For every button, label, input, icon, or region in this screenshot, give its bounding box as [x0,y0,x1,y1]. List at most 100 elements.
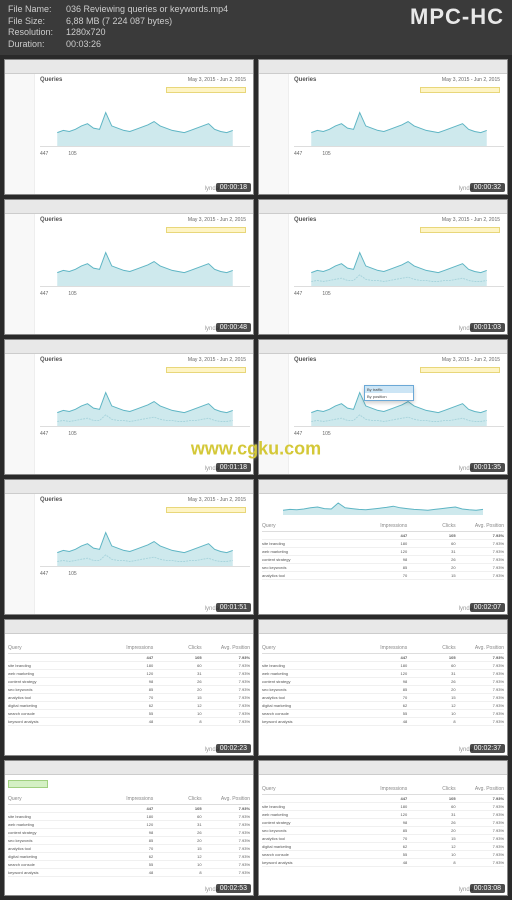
thumbnail[interactable]: Query Impressions Clicks Avg. Position 4… [258,760,508,896]
stats-bar: 447 105 [40,431,250,437]
table-row[interactable]: keyword analysis4887.93% [262,718,504,726]
file-size-label: File Size: [8,16,66,28]
notice-banner [166,227,246,233]
table-row[interactable]: content strategy98267.93% [8,829,250,837]
table-row[interactable]: site branding180607.93% [262,540,504,548]
table-row[interactable]: keyword analysis4887.93% [8,718,250,726]
timestamp-badge: 00:02:23 [216,744,251,753]
queries-table: Query Impressions Clicks Avg. Position 4… [262,521,504,580]
queries-chart[interactable] [40,107,250,147]
table-row[interactable]: site branding180607.93% [262,803,504,811]
table-header: Query Impressions Clicks Avg. Position [8,794,250,805]
table-row[interactable]: web marketing120317.93% [262,670,504,678]
table-row[interactable]: analytics tool70157.93% [8,694,250,702]
page-body: Query Impressions Clicks Avg. Position 4… [259,494,507,614]
table-row[interactable]: search console55107.93% [262,851,504,859]
browser-chrome [5,340,253,354]
dropdown-option: By position [365,393,413,400]
table-row[interactable]: site branding180607.93% [262,662,504,670]
table-row[interactable]: digital marketing62127.93% [8,853,250,861]
sidebar[interactable] [5,354,35,474]
table-row[interactable]: analytics tool70157.93% [262,835,504,843]
sidebar[interactable] [5,214,35,334]
table-row[interactable]: keyword analysis4887.93% [262,859,504,867]
thumbnail[interactable]: Queries May 3, 2015 - Jun 2, 2015 By tra… [258,339,508,475]
table-row[interactable]: digital marketing62127.93% [262,843,504,851]
table-row[interactable]: site branding180607.93% [8,662,250,670]
table-row[interactable]: analytics tool70157.93% [8,845,250,853]
filter-dropdown[interactable]: By traffic By position [364,385,414,401]
resolution-value: 1280x720 [66,27,106,39]
queries-chart[interactable] [40,387,250,427]
thumbnail[interactable]: Queries May 3, 2015 - Jun 2, 2015 447 10… [4,479,254,615]
sidebar[interactable] [259,214,289,334]
thumbnail[interactable]: Query Impressions Clicks Avg. Position 4… [4,760,254,896]
thumbnail[interactable]: Queries May 3, 2015 - Jun 2, 2015 447 10… [4,339,254,475]
table-row[interactable]: search console55107.93% [8,861,250,869]
thumbnail[interactable]: Query Impressions Clicks Avg. Position 4… [258,619,508,755]
date-range[interactable]: May 3, 2015 - Jun 2, 2015 [188,357,246,363]
table-row[interactable]: analytics tool70157.93% [262,572,504,580]
table-row[interactable]: search console55107.93% [262,710,504,718]
sidebar[interactable] [5,74,35,194]
app-name: MPC-HC [410,4,504,30]
page-body: Query Impressions Clicks Avg. Position 4… [259,775,507,895]
thumbnail[interactable]: Queries May 3, 2015 - Jun 2, 2015 447 10… [258,59,508,195]
page-body: Query Impressions Clicks Avg. Position 4… [259,634,507,754]
table-row[interactable]: web marketing120317.93% [262,548,504,556]
timestamp-badge: 00:02:53 [216,884,251,893]
stats-bar: 447 105 [294,431,504,437]
page-body: Queries May 3, 2015 - Jun 2, 2015 447 10… [259,214,507,334]
notice-banner [166,87,246,93]
table-row[interactable]: search console55107.93% [8,710,250,718]
table-row[interactable]: web marketing120317.93% [8,821,250,829]
date-range[interactable]: May 3, 2015 - Jun 2, 2015 [188,77,246,83]
sidebar[interactable] [5,494,35,614]
table-row[interactable]: digital marketing62127.93% [8,702,250,710]
table-summary-row: 4471057.93% [8,654,250,662]
queries-chart[interactable] [40,247,250,287]
date-range[interactable]: May 3, 2015 - Jun 2, 2015 [188,497,246,503]
resolution-label: Resolution: [8,27,66,39]
browser-chrome [5,480,253,494]
date-range[interactable]: May 3, 2015 - Jun 2, 2015 [442,357,500,363]
sidebar[interactable] [259,74,289,194]
sidebar[interactable] [259,354,289,474]
table-row[interactable]: keyword analysis4887.93% [8,869,250,877]
table-row[interactable]: site branding180607.93% [8,813,250,821]
browser-chrome [5,60,253,74]
duration-label: Duration: [8,39,66,51]
browser-chrome [5,761,253,775]
page-body: Query Impressions Clicks Avg. Position 4… [5,775,253,895]
table-row[interactable]: analytics tool70157.93% [262,694,504,702]
table-row[interactable]: content strategy98267.93% [262,819,504,827]
queries-chart[interactable] [294,247,504,287]
thumbnail[interactable]: Queries May 3, 2015 - Jun 2, 2015 447 10… [258,199,508,335]
date-range[interactable]: May 3, 2015 - Jun 2, 2015 [442,77,500,83]
table-row[interactable]: seo keywords85207.93% [262,827,504,835]
queries-chart[interactable] [294,107,504,147]
table-row[interactable]: digital marketing62127.93% [262,702,504,710]
thumbnail[interactable]: Query Impressions Clicks Avg. Position 4… [4,619,254,755]
table-row[interactable]: seo keywords85207.93% [8,686,250,694]
thumbnail[interactable]: Queries May 3, 2015 - Jun 2, 2015 447 10… [4,199,254,335]
notice-banner [420,367,500,373]
table-row[interactable]: web marketing120317.93% [262,811,504,819]
table-row[interactable]: content strategy98267.93% [262,556,504,564]
table-summary-row: 4471057.93% [262,795,504,803]
browser-chrome [259,200,507,214]
table-row[interactable]: seo keywords85207.93% [262,686,504,694]
table-row[interactable]: web marketing120317.93% [8,670,250,678]
table-row[interactable]: seo keywords85207.93% [8,837,250,845]
thumbnail[interactable]: Query Impressions Clicks Avg. Position 4… [258,479,508,615]
queries-chart[interactable] [40,527,250,567]
table-row[interactable]: content strategy98267.93% [262,678,504,686]
table-header: Query Impressions Clicks Avg. Position [262,643,504,654]
queries-table: Query Impressions Clicks Avg. Position 4… [8,794,250,877]
date-range[interactable]: May 3, 2015 - Jun 2, 2015 [442,217,500,223]
table-row[interactable]: seo keywords85207.93% [262,564,504,572]
thumbnail[interactable]: Queries May 3, 2015 - Jun 2, 2015 447 10… [4,59,254,195]
table-row[interactable]: content strategy98267.93% [8,678,250,686]
table-summary-row: 4471057.93% [262,654,504,662]
date-range[interactable]: May 3, 2015 - Jun 2, 2015 [188,217,246,223]
